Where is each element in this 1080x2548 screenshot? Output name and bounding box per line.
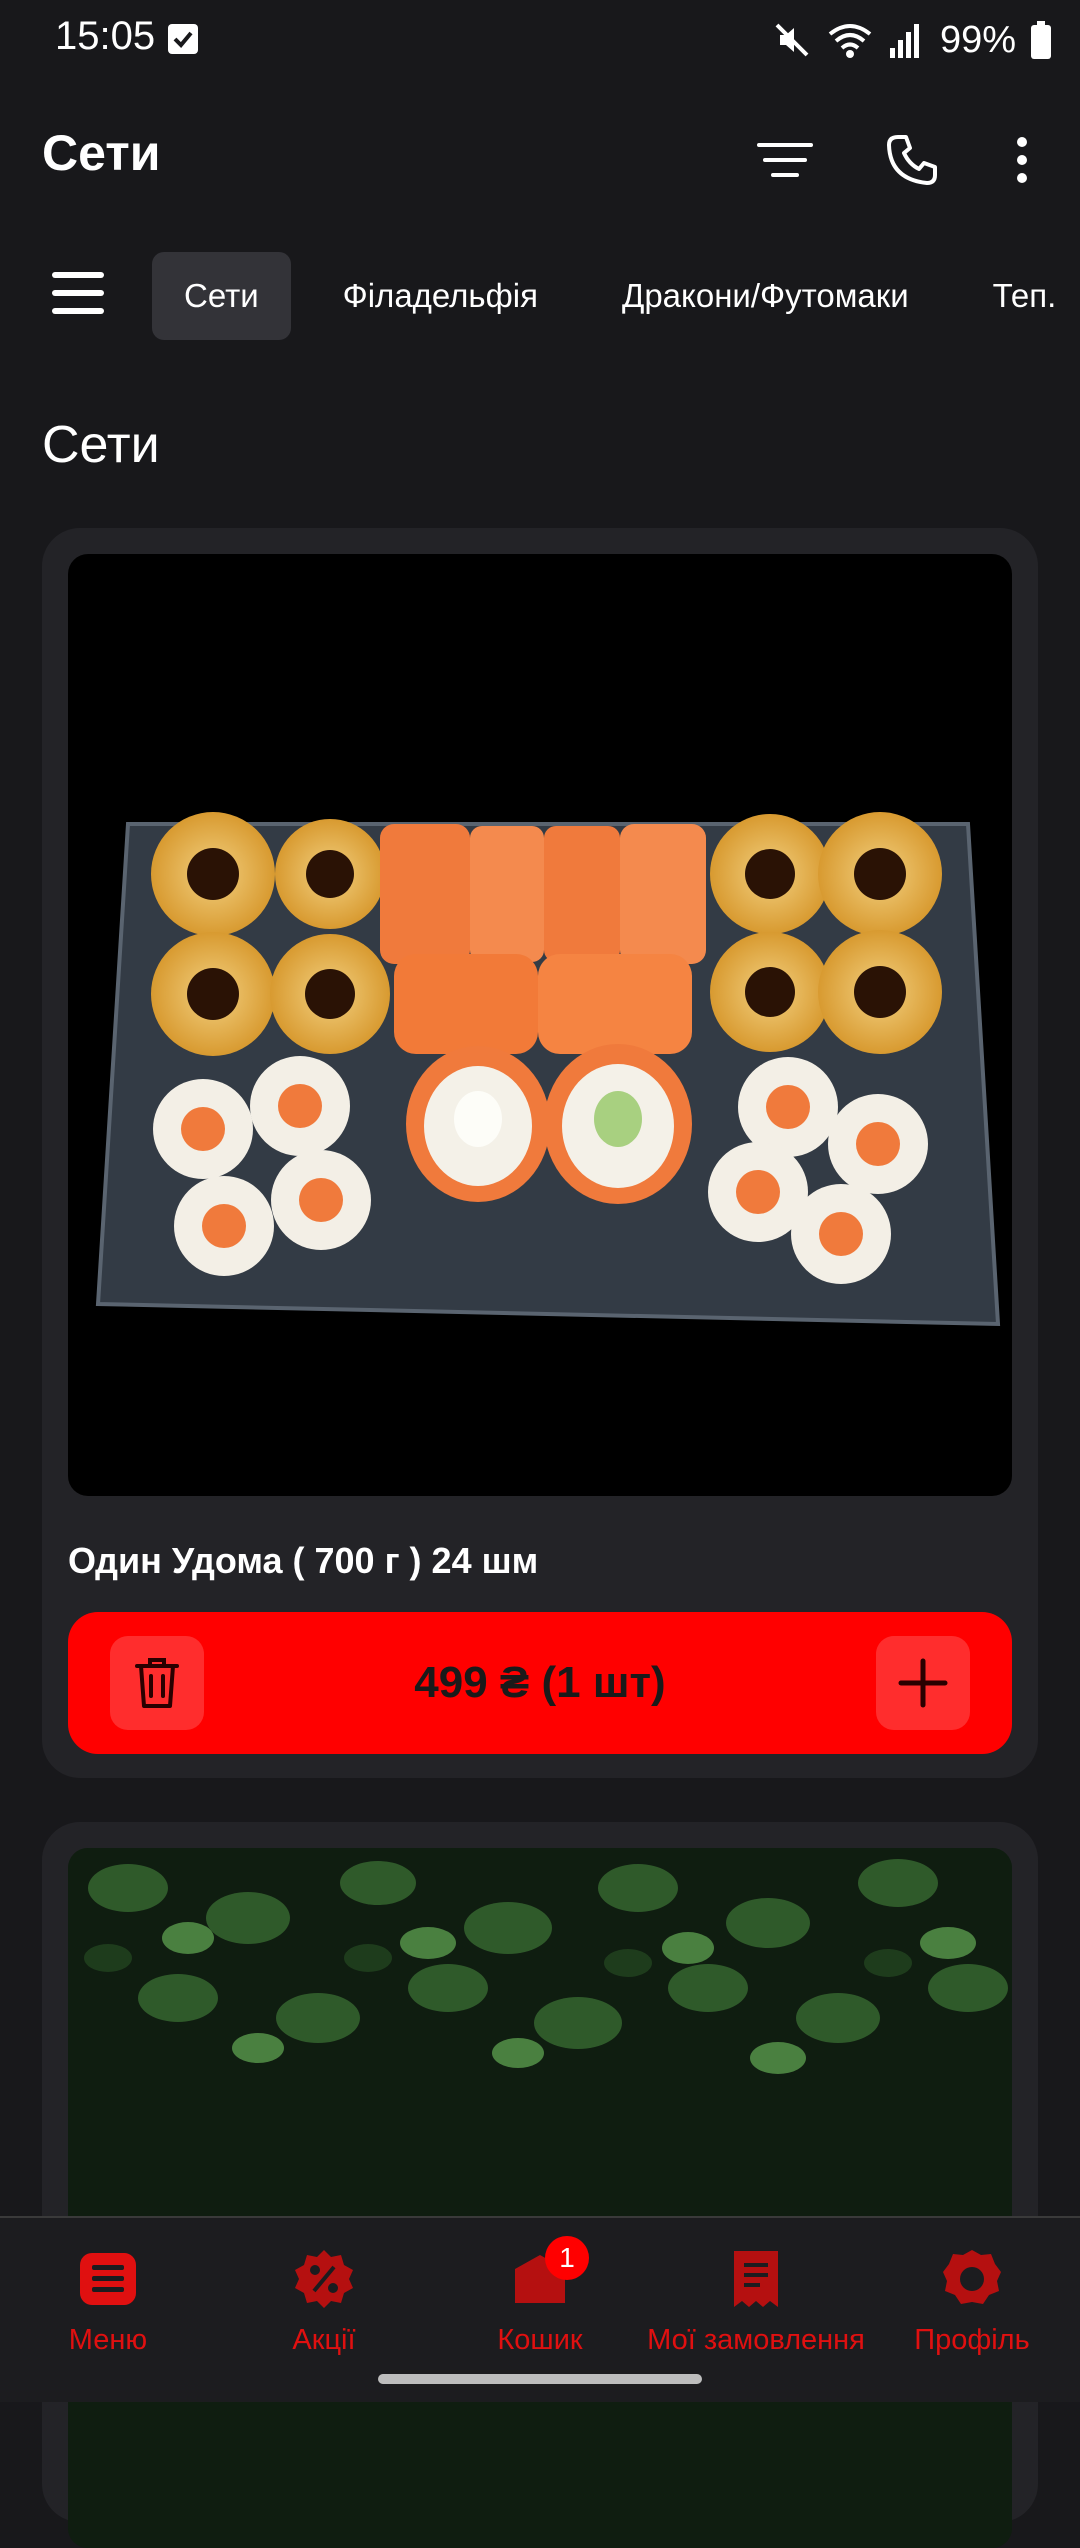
nav-label-my-orders: Мої замовлення — [647, 2324, 865, 2356]
product-name: Один Удома ( 700 г ) 24 шм — [68, 1540, 539, 1581]
product-image — [68, 554, 1012, 1496]
product-card[interactable] — [42, 1822, 1038, 2548]
page-title: Сети — [42, 125, 161, 181]
menu-icon — [73, 2244, 143, 2314]
more-options-button[interactable] — [982, 120, 1062, 200]
tab-dragons-futomaki[interactable]: Дракони/Футомаки — [590, 252, 941, 340]
status-time: 15:05 — [55, 14, 156, 58]
signal-icon — [889, 24, 919, 58]
battery-icon — [1031, 21, 1051, 59]
tab-sets[interactable]: Сети — [152, 252, 291, 340]
status-icons: 99% — [772, 14, 1052, 66]
phone-icon — [887, 135, 937, 185]
nav-label-cart: Кошик — [497, 2324, 583, 2356]
trash-icon — [135, 1658, 179, 1708]
hamburger-icon — [52, 272, 104, 314]
mute-icon — [775, 23, 809, 57]
orders-icon — [721, 2244, 791, 2314]
checkbox-notification-icon — [168, 24, 198, 54]
nav-label-profile: Профіль — [914, 2324, 1030, 2356]
product-card[interactable]: Один Удома ( 700 г ) 24 шм 499 ₴ (1 шт) — [42, 528, 1038, 1778]
tab-philadelphia[interactable]: Філадельфія — [311, 252, 570, 340]
call-button[interactable] — [872, 120, 952, 200]
nav-promotions[interactable]: Акції — [264, 2218, 384, 2402]
product-image — [68, 1848, 1012, 2548]
add-to-cart-button[interactable] — [876, 1636, 970, 1730]
tab-hot[interactable]: Теп. — [961, 252, 1080, 340]
category-menu-button[interactable] — [50, 270, 120, 326]
filter-button[interactable] — [745, 120, 825, 200]
wifi-icon — [828, 24, 872, 58]
nav-menu[interactable]: Меню — [48, 2218, 168, 2402]
home-indicator[interactable] — [378, 2374, 702, 2384]
discount-icon — [289, 2244, 359, 2314]
cart-control: 499 ₴ (1 шт) — [68, 1612, 1012, 1754]
nav-label-promotions: Акції — [292, 2324, 356, 2356]
filter-icon — [757, 143, 813, 177]
cart-icon: 1 — [505, 2236, 589, 2314]
status-bar: 15:05 99% — [0, 0, 1080, 80]
category-bar: Сети Філадельфія Дракони/Футомаки Теп. — [0, 252, 1080, 344]
cart-badge: 1 — [545, 2236, 589, 2280]
more-vert-icon — [1017, 137, 1027, 183]
profile-icon — [937, 2244, 1007, 2314]
remove-from-cart-button[interactable] — [110, 1636, 204, 1730]
nav-label-menu: Меню — [68, 2324, 148, 2356]
app-bar: Сети — [0, 100, 1080, 210]
plus-icon — [898, 1658, 948, 1708]
nav-profile[interactable]: Профіль — [906, 2218, 1038, 2402]
battery-level: 99% — [939, 18, 1016, 61]
product-price[interactable]: 499 ₴ (1 шт) — [68, 1612, 1012, 1754]
section-title: Сети — [42, 416, 160, 474]
category-tabs: Сети Філадельфія Дракони/Футомаки Теп. — [152, 252, 1080, 340]
